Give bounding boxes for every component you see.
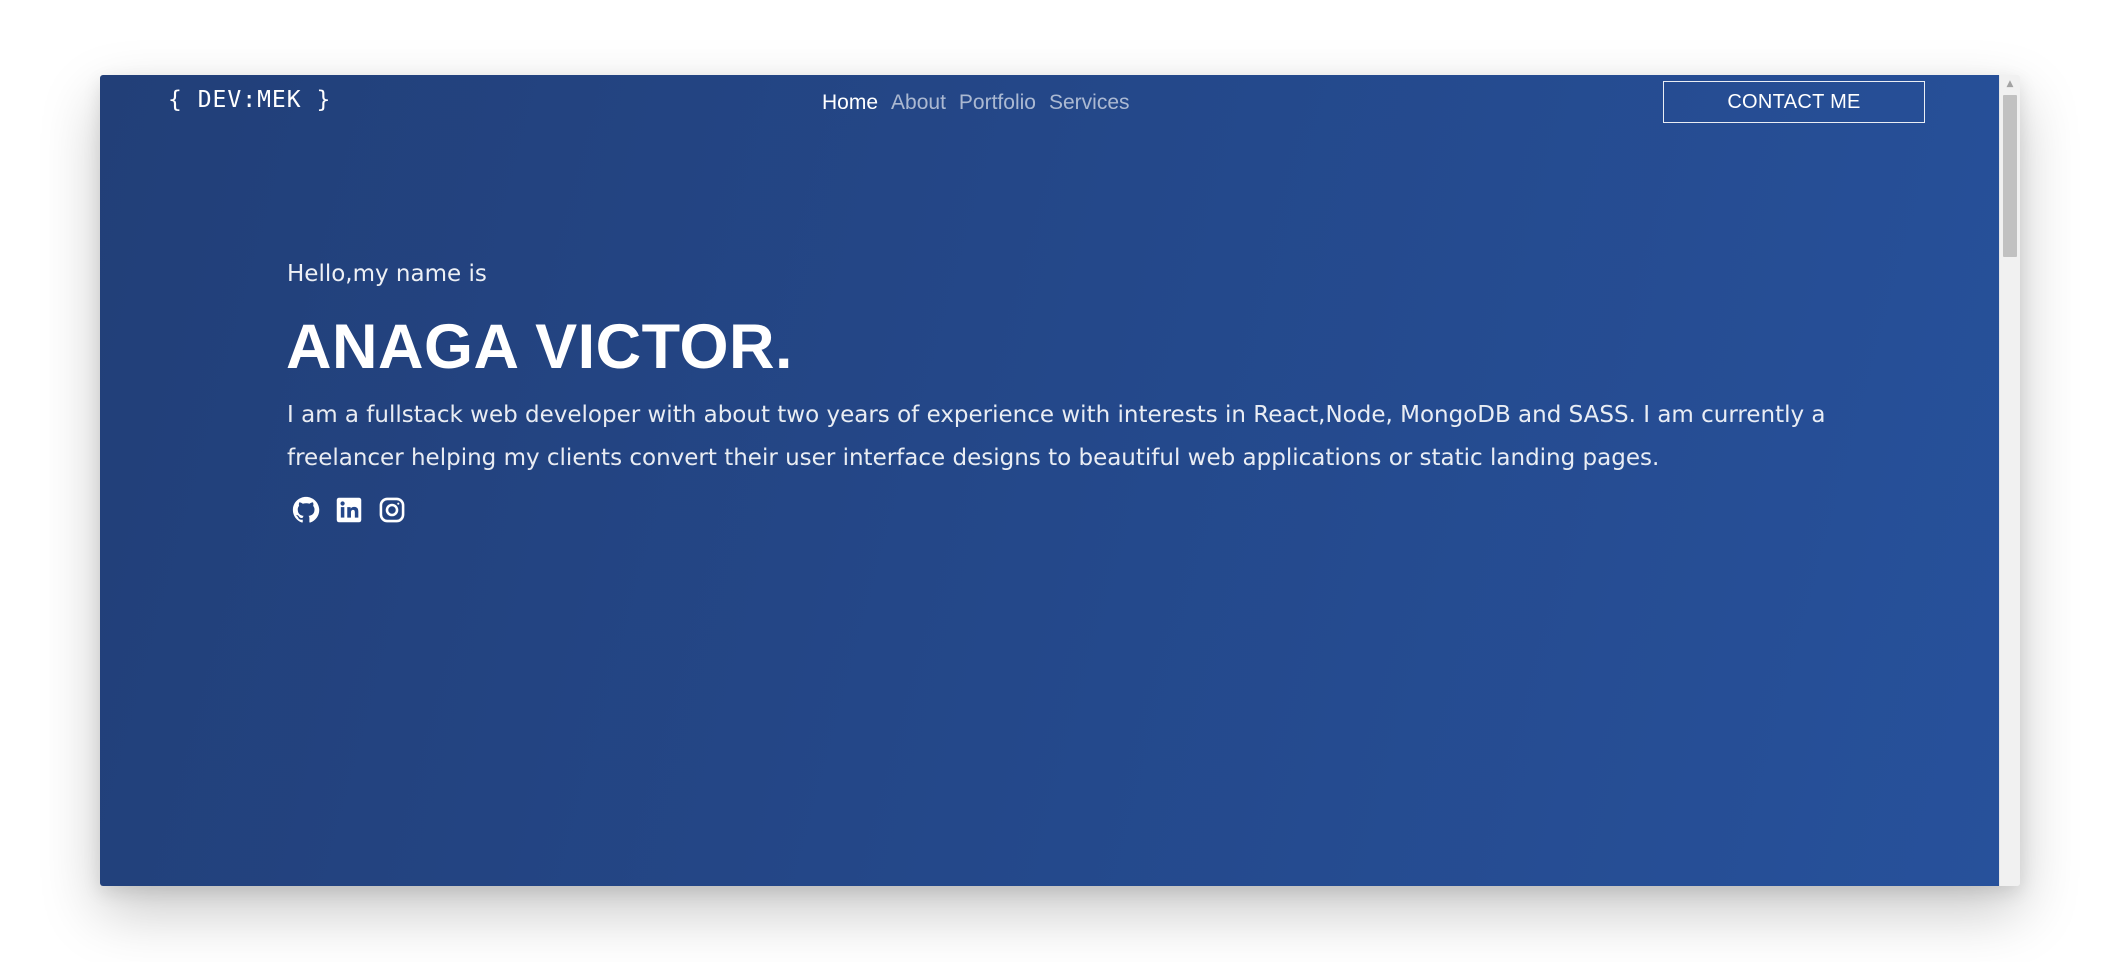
github-link[interactable]: [291, 495, 321, 525]
linkedin-icon: [335, 496, 363, 524]
hero-greeting: Hello,my name is: [287, 261, 487, 287]
hero-name: ANAGA VICTOR.: [286, 312, 794, 382]
linkedin-link[interactable]: [334, 495, 364, 525]
instagram-icon: [378, 496, 406, 524]
github-icon: [291, 495, 321, 525]
scroll-up-arrow-icon[interactable]: ▲: [2000, 77, 2020, 91]
nav-item-services[interactable]: Services: [1049, 91, 1130, 115]
vertical-scrollbar[interactable]: ▲: [1999, 75, 2020, 886]
nav-item-about[interactable]: About: [891, 91, 946, 115]
nav-item-portfolio[interactable]: Portfolio: [959, 91, 1036, 115]
browser-window: { DEV:MEK } Home About Portfolio Service…: [100, 75, 2020, 886]
social-links: [291, 495, 407, 525]
site-logo[interactable]: { DEV:MEK }: [168, 87, 331, 113]
contact-me-button[interactable]: CONTACT ME: [1663, 81, 1925, 123]
nav-item-home[interactable]: Home: [822, 91, 878, 115]
hero-bio: I am a fullstack web developer with abou…: [287, 402, 1826, 471]
page-viewport: { DEV:MEK } Home About Portfolio Service…: [100, 75, 2000, 886]
scrollbar-thumb[interactable]: [2003, 95, 2017, 257]
instagram-link[interactable]: [377, 495, 407, 525]
main-nav: Home About Portfolio Services: [822, 91, 1130, 115]
